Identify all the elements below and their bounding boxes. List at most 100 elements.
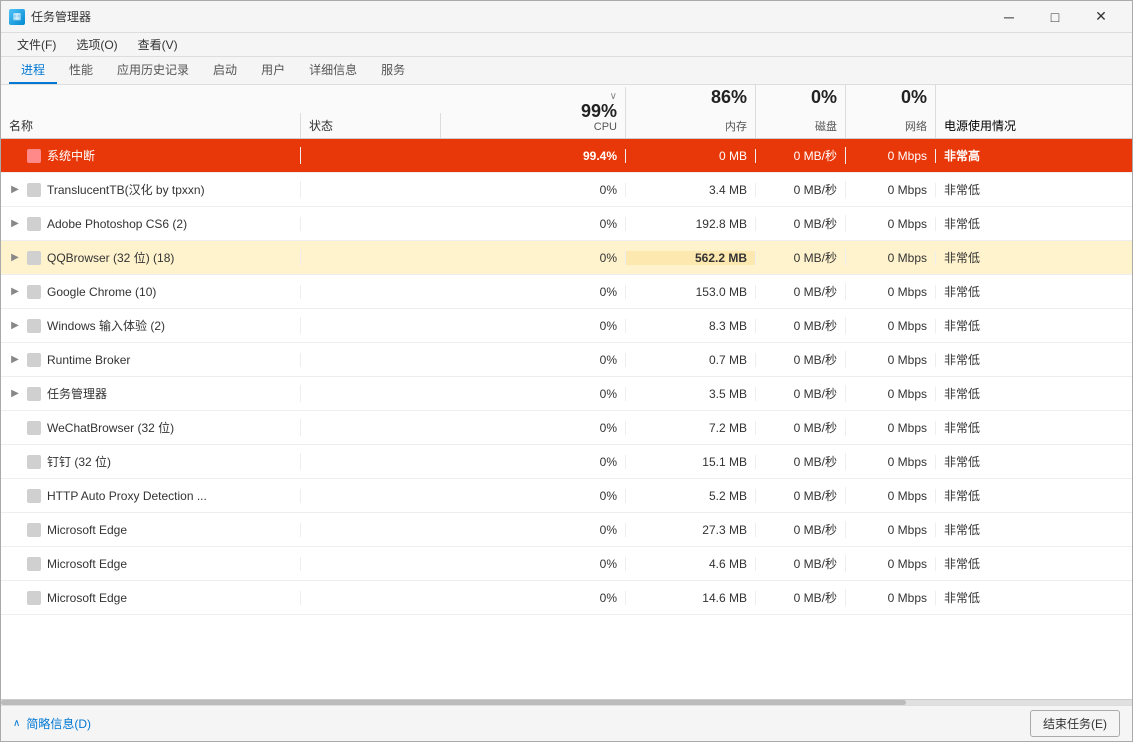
tab-bar: 进程 性能 应用历史记录 启动 用户 详细信息 服务 [1,57,1132,85]
end-task-button[interactable]: 结束任务(E) [1030,710,1120,737]
table-row[interactable]: ▶ 系统中断 99.4% 0 MB 0 MB/秒 0 Mbps 非常高 [1,139,1132,173]
process-icon [27,149,41,163]
status-right: 结束任务(E) [1030,710,1120,737]
expand-icon[interactable]: ▶ [9,354,21,366]
close-button[interactable]: ✕ [1078,1,1124,33]
col-header-cpu[interactable]: ∨ 99% CPU [441,87,626,138]
table-row[interactable]: ▶ TranslucentTB(汉化 by tpxxn) 0% 3.4 MB 0… [1,173,1132,207]
cell-disk: 0 MB/秒 [756,419,846,436]
expand-icon[interactable]: ▶ [9,218,21,230]
cell-power: 非常低 [936,419,1132,436]
tab-services[interactable]: 服务 [369,57,417,84]
table-row[interactable]: ▶ Microsoft Edge 0% 27.3 MB 0 MB/秒 0 Mbp… [1,513,1132,547]
table-row[interactable]: ▶ 任务管理器 0% 3.5 MB 0 MB/秒 0 Mbps 非常低 [1,377,1132,411]
table-row[interactable]: ▶ Windows 输入体验 (2) 0% 8.3 MB 0 MB/秒 0 Mb… [1,309,1132,343]
table-row[interactable]: ▶ Runtime Broker 0% 0.7 MB 0 MB/秒 0 Mbps… [1,343,1132,377]
expand-icon[interactable]: ▶ [9,252,21,264]
cell-name: ▶ Windows 输入体验 (2) [1,317,301,334]
cell-disk: 0 MB/秒 [756,589,846,606]
cell-net: 0 Mbps [846,353,936,367]
table-row[interactable]: ▶ Google Chrome (10) 0% 153.0 MB 0 MB/秒 … [1,275,1132,309]
maximize-button[interactable]: □ [1032,1,1078,33]
table-header: 名称 状态 ∨ 99% CPU 86% 内存 [1,85,1132,139]
cell-cpu: 0% [441,251,626,265]
cell-net: 0 Mbps [846,217,936,231]
cell-name: ▶ Runtime Broker [1,353,301,367]
menu-options[interactable]: 选项(O) [68,34,125,55]
col-header-mem[interactable]: 86% 内存 [626,85,756,138]
table-row[interactable]: ▶ WeChatBrowser (32 位) 0% 7.2 MB 0 MB/秒 … [1,411,1132,445]
cell-mem: 0 MB [626,149,756,163]
cell-net: 0 Mbps [846,489,936,503]
disk-label: 磁盘 [764,120,837,134]
process-icon [27,489,41,503]
table-row[interactable]: ▶ Adobe Photoshop CS6 (2) 0% 192.8 MB 0 … [1,207,1132,241]
summary-label: 简略信息(D) [26,715,91,732]
table-row[interactable]: ▶ HTTP Auto Proxy Detection ... 0% 5.2 M… [1,479,1132,513]
cpu-sort-button[interactable]: ∨ 99% CPU [449,91,617,134]
cell-power: 非常低 [936,385,1132,402]
app-icon: ▦ [9,9,25,25]
expand-icon[interactable]: ▶ [9,320,21,332]
cell-mem: 8.3 MB [626,319,756,333]
cell-mem: 15.1 MB [626,455,756,469]
col-header-disk[interactable]: 0% 磁盘 [756,85,846,138]
cell-mem: 3.4 MB [626,183,756,197]
title-bar: ▦ 任务管理器 ─ □ ✕ [1,1,1132,33]
process-name: TranslucentTB(汉化 by tpxxn) [47,181,205,198]
expand-icon[interactable]: ▶ [9,184,21,196]
cell-cpu: 0% [441,183,626,197]
tab-users[interactable]: 用户 [249,57,297,84]
cell-power: 非常低 [936,283,1132,300]
tab-app-history[interactable]: 应用历史记录 [105,57,201,84]
col-header-net[interactable]: 0% 网络 [846,85,936,138]
cell-cpu: 0% [441,285,626,299]
process-name: Microsoft Edge [47,557,127,571]
cell-cpu: 0% [441,557,626,571]
expand-icon[interactable]: ▶ [9,286,21,298]
table-row[interactable]: ▶ 钉钉 (32 位) 0% 15.1 MB 0 MB/秒 0 Mbps 非常低 [1,445,1132,479]
menu-view[interactable]: 查看(V) [130,34,186,55]
col-header-name[interactable]: 名称 [1,113,301,138]
cell-disk: 0 MB/秒 [756,453,846,470]
col-header-status[interactable]: 状态 [301,113,441,138]
cell-name: ▶ Google Chrome (10) [1,285,301,299]
cell-mem: 562.2 MB [626,251,756,265]
cell-power: 非常高 [936,147,1132,164]
process-name: Microsoft Edge [47,591,127,605]
process-name: WeChatBrowser (32 位) [47,419,174,436]
process-name: 系统中断 [47,147,95,164]
table-row[interactable]: ▶ Microsoft Edge 0% 4.6 MB 0 MB/秒 0 Mbps… [1,547,1132,581]
cell-net: 0 Mbps [846,591,936,605]
tab-performance[interactable]: 性能 [57,57,105,84]
summary-toggle[interactable]: ∧ 简略信息(D) [13,715,91,732]
cell-cpu: 0% [441,489,626,503]
tab-processes[interactable]: 进程 [9,57,57,84]
cell-disk: 0 MB/秒 [756,555,846,572]
menu-file[interactable]: 文件(F) [9,34,64,55]
cell-cpu: 0% [441,353,626,367]
process-icon [27,557,41,571]
cell-cpu: 0% [441,319,626,333]
col-header-power[interactable]: 电源使用情况 [936,113,1132,138]
process-icon [27,285,41,299]
cpu-percent: 99% [581,102,617,120]
tab-startup[interactable]: 启动 [201,57,249,84]
cell-name: ▶ WeChatBrowser (32 位) [1,419,301,436]
process-icon [27,183,41,197]
table-row[interactable]: ▶ Microsoft Edge 0% 14.6 MB 0 MB/秒 0 Mbp… [1,581,1132,615]
cell-mem: 153.0 MB [626,285,756,299]
process-name: HTTP Auto Proxy Detection ... [47,489,207,503]
expand-icon[interactable]: ▶ [9,388,21,400]
cell-disk: 0 MB/秒 [756,385,846,402]
process-icon [27,387,41,401]
table-row[interactable]: ▶ QQBrowser (32 位) (18) 0% 562.2 MB 0 MB… [1,241,1132,275]
minimize-button[interactable]: ─ [986,1,1032,33]
table-body[interactable]: ▶ 系统中断 99.4% 0 MB 0 MB/秒 0 Mbps 非常高 ▶ Tr… [1,139,1132,699]
process-icon [27,319,41,333]
title-left: ▦ 任务管理器 [9,8,91,25]
cell-net: 0 Mbps [846,387,936,401]
cell-cpu: 99.4% [441,149,626,163]
tab-details[interactable]: 详细信息 [297,57,369,84]
process-icon [27,421,41,435]
